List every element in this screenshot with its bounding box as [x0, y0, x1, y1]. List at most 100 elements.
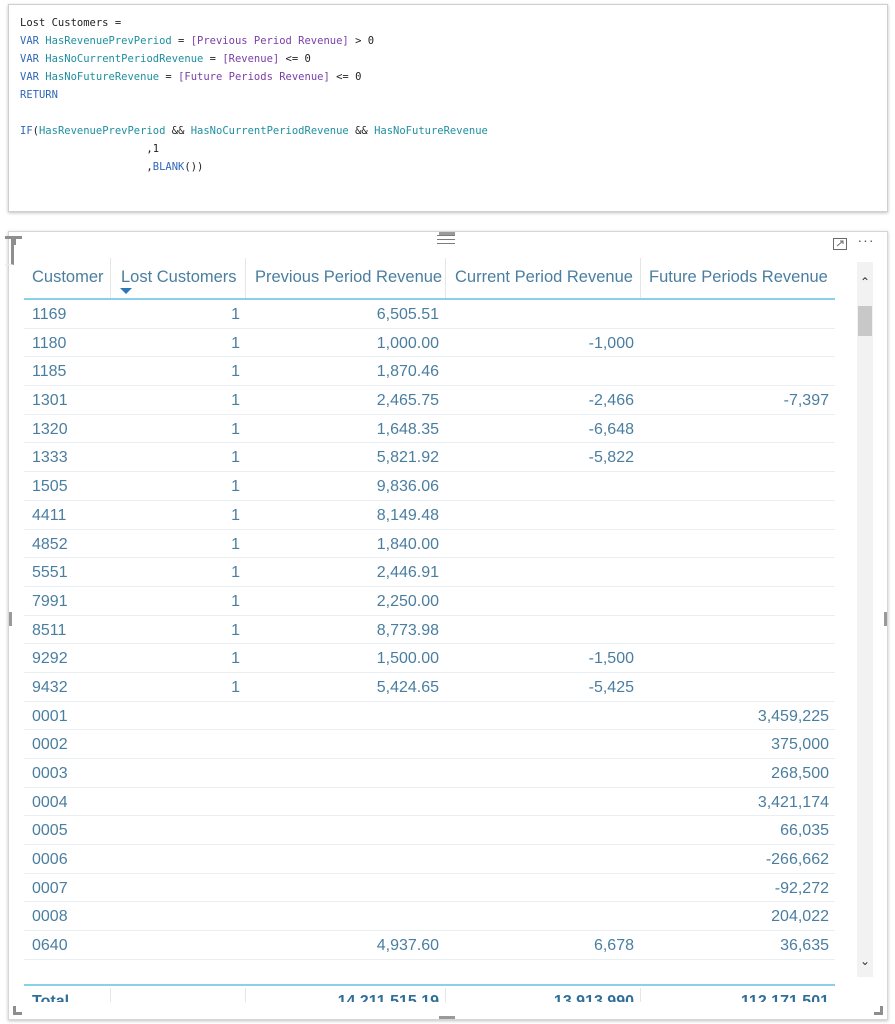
- customer-cell: 1169: [32, 306, 67, 323]
- formula-token: <= 0: [279, 53, 311, 65]
- resize-corner-top-left[interactable]: [13, 236, 22, 245]
- table-row[interactable]: 1320 1 1,648.35 -6,648: [24, 415, 835, 444]
- column-header-customer[interactable]: Customer: [32, 252, 104, 298]
- lost-customers-cell: 1: [231, 420, 240, 438]
- table-row[interactable]: 4411 1 8,149.48: [24, 501, 835, 530]
- column-divider[interactable]: [445, 258, 446, 298]
- customer-cell: 0004: [32, 793, 68, 811]
- vertical-scrollbar[interactable]: ⌃ ⌄: [857, 262, 873, 977]
- column-header-lost-customers[interactable]: Lost Customers: [121, 252, 237, 298]
- current-period-revenue-cell: [449, 788, 634, 816]
- column-divider: [110, 988, 111, 1002]
- previous-period-revenue-cell: 6,505.51: [376, 306, 439, 323]
- customer-cell: 0008: [32, 908, 68, 926]
- previous-period-revenue-cell: 5,821.92: [376, 449, 439, 467]
- future-periods-revenue-cell: [644, 415, 829, 443]
- table-row[interactable]: 1301 1 2,465.75 -2,466 -7,397: [24, 386, 835, 415]
- formula-token: HasNoFutureRevenue: [374, 125, 488, 137]
- column-divider: [445, 988, 446, 1002]
- table-row[interactable]: 0002 375,000: [24, 730, 835, 759]
- formula-token: [Previous Period Revenue]: [190, 35, 349, 47]
- formula-line: ,BLANK()): [20, 158, 488, 176]
- table-row[interactable]: 1180 1 1,000.00 -1,000: [24, 329, 835, 358]
- formula-line: VAR HasRevenuePrevPeriod = [Previous Per…: [20, 32, 488, 50]
- table-row[interactable]: 0007 -92,272: [24, 874, 835, 903]
- current-period-revenue-cell: [449, 816, 634, 844]
- current-period-revenue-cell: -2,466: [588, 392, 634, 410]
- previous-period-revenue-cell: [249, 730, 439, 758]
- customer-cell: 0003: [32, 765, 68, 782]
- drag-handle-icon[interactable]: [437, 235, 455, 247]
- customer-cell: 7991: [32, 592, 68, 610]
- formula-token: &&: [348, 125, 375, 137]
- table-row[interactable]: 8511 1 8,773.98: [24, 616, 835, 645]
- current-period-revenue-cell: [449, 902, 634, 930]
- table-visual[interactable]: ··· Customer Lost Customers Previous Per…: [5, 231, 888, 1020]
- formula-line: ,1: [20, 140, 488, 158]
- table-row[interactable]: 0004 3,421,174: [24, 788, 835, 817]
- scroll-thumb[interactable]: [858, 306, 872, 336]
- current-period-revenue-cell: [449, 759, 634, 787]
- column-header-previous-period-revenue[interactable]: Previous Period Revenue: [255, 252, 442, 298]
- lost-customers-cell: 1: [231, 650, 240, 668]
- formula-token: =: [159, 71, 179, 83]
- table-row[interactable]: 1333 1 5,821.92 -5,822: [24, 443, 835, 473]
- future-periods-revenue-cell: [644, 558, 829, 586]
- column-divider: [245, 988, 246, 1002]
- current-period-revenue-cell: [449, 616, 634, 644]
- customer-cell: 1180: [32, 334, 67, 352]
- table-row[interactable]: 0640 4,937.60 6,678 36,635: [24, 931, 835, 960]
- customer-cell: 0001: [32, 707, 68, 725]
- future-periods-revenue-cell: [644, 300, 829, 328]
- previous-period-revenue-cell: 8,773.98: [376, 621, 439, 639]
- table-row[interactable]: 0005 66,035: [24, 816, 835, 846]
- resize-corner-bottom-left[interactable]: [13, 1006, 22, 1015]
- resize-handle-right[interactable]: [884, 612, 887, 626]
- column-header-future-periods-revenue[interactable]: Future Periods Revenue: [649, 252, 828, 298]
- column-divider[interactable]: [640, 258, 641, 298]
- lost-customers-cell: [119, 702, 240, 730]
- table-row[interactable]: 7991 1 2,250.00: [24, 587, 835, 616]
- resize-handle-left[interactable]: [9, 612, 12, 626]
- sort-descending-icon: [120, 288, 132, 294]
- total-lost-customers: [119, 986, 240, 1002]
- formula-token: ,: [20, 161, 153, 173]
- column-divider[interactable]: [245, 258, 246, 298]
- customer-cell: 0002: [32, 736, 68, 754]
- future-periods-revenue-cell: [644, 616, 829, 644]
- table-row[interactable]: 0006 -266,662: [24, 845, 835, 874]
- formula-editor[interactable]: Lost Customers = VAR HasRevenuePrevPeriod…: [8, 4, 888, 212]
- table-row[interactable]: 0008 204,022: [24, 902, 835, 932]
- table-row[interactable]: 4852 1 1,840.00: [24, 530, 835, 559]
- future-periods-revenue-cell: [644, 443, 829, 471]
- table-row[interactable]: 1169 1 6,505.51: [24, 300, 835, 329]
- total-current-period-revenue: 13,913,990: [553, 993, 634, 1002]
- table-row[interactable]: 1185 1 1,870.46: [24, 357, 835, 387]
- resize-corner-bottom-right[interactable]: [874, 1006, 883, 1015]
- future-periods-revenue-cell: -92,272: [774, 879, 829, 897]
- formula-token: ,1: [20, 143, 160, 155]
- table-row[interactable]: 0003 268,500: [24, 759, 835, 788]
- lost-customers-cell: 1: [231, 621, 240, 639]
- previous-period-revenue-cell: [249, 702, 439, 730]
- table-row[interactable]: 9432 1 5,424.65 -5,425: [24, 673, 835, 702]
- resize-corner-top-right[interactable]: [5, 236, 14, 265]
- current-period-revenue-cell: -5,822: [588, 449, 634, 467]
- scroll-up-icon[interactable]: ⌃: [857, 274, 873, 290]
- column-header-current-period-revenue[interactable]: Current Period Revenue: [455, 252, 633, 298]
- current-period-revenue-cell: [449, 357, 634, 385]
- column-divider[interactable]: [110, 258, 111, 298]
- focus-mode-icon[interactable]: [833, 237, 847, 250]
- more-options-icon[interactable]: ···: [855, 232, 877, 250]
- resize-handle-bottom[interactable]: [439, 1016, 455, 1019]
- table-row[interactable]: 1505 1 9,836.06: [24, 472, 835, 501]
- table-row[interactable]: 0001 3,459,225: [24, 702, 835, 731]
- customer-cell: 5551: [32, 564, 68, 582]
- formula-token: =: [171, 35, 191, 47]
- table-row[interactable]: 5551 1 2,446.91: [24, 558, 835, 587]
- scroll-down-icon[interactable]: ⌄: [857, 953, 873, 969]
- table-row[interactable]: 9292 1 1,500.00 -1,500: [24, 644, 835, 673]
- current-period-revenue-cell: -1,500: [588, 650, 634, 668]
- previous-period-revenue-cell: [249, 759, 439, 787]
- lost-customers-cell: 1: [231, 392, 240, 410]
